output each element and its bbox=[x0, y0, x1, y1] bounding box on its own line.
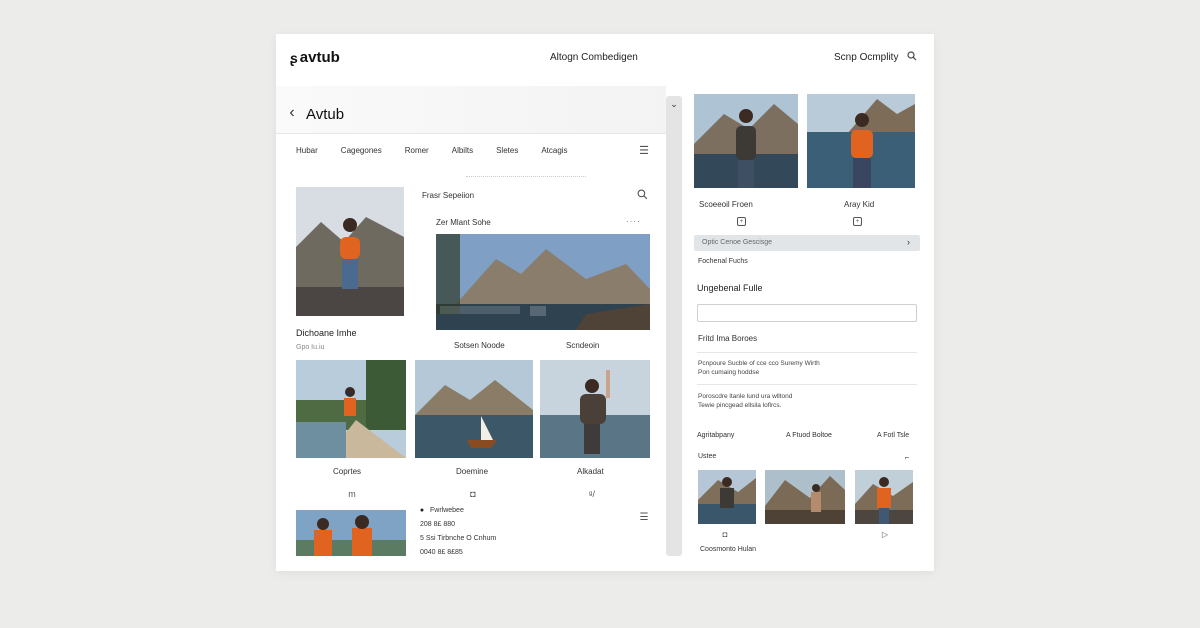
select-note: Fochenal Fuchs bbox=[698, 258, 748, 265]
menu-icon[interactable]: ☰ bbox=[638, 144, 650, 157]
hero-caption-1: Sotsen Noode bbox=[454, 341, 505, 350]
grid-action-icon-3[interactable]: ᵍ/ bbox=[586, 488, 598, 500]
logo-mark-icon: ʂ bbox=[290, 49, 298, 66]
filter-1[interactable]: Agritabpany bbox=[697, 432, 734, 439]
back-icon[interactable]: ‹ bbox=[286, 104, 298, 121]
more-icon[interactable]: ···· bbox=[626, 217, 641, 226]
bullet-icon: ● bbox=[419, 506, 425, 514]
right-photo-2[interactable] bbox=[807, 94, 915, 188]
grid-caption-1: Coprtes bbox=[333, 467, 362, 476]
chevron-down-icon[interactable]: ⌄ bbox=[667, 98, 681, 110]
divider bbox=[276, 133, 666, 134]
header-title: Altogn Combedigen bbox=[550, 52, 638, 63]
add-icon[interactable]: + bbox=[853, 217, 862, 226]
logo-text: avtub bbox=[299, 49, 340, 66]
divider bbox=[697, 384, 917, 385]
text-input[interactable] bbox=[697, 304, 917, 322]
feature-photo[interactable] bbox=[296, 187, 404, 316]
select-value: Optic Cenoe Gescisge bbox=[702, 239, 773, 246]
header-link[interactable]: Scnp Ocmplity bbox=[834, 52, 898, 63]
option-select[interactable]: Optic Cenoe Gescisge › bbox=[694, 235, 920, 251]
tab-albilts[interactable]: Albilts bbox=[452, 146, 473, 155]
grid-action-icon-1[interactable]: m bbox=[346, 488, 358, 500]
feature-title: Dichoane Imhe bbox=[296, 328, 357, 338]
thumb-photo-3[interactable] bbox=[855, 470, 913, 524]
search-icon[interactable] bbox=[636, 188, 648, 200]
grid-action-icon-2[interactable]: ◘ bbox=[467, 488, 479, 500]
filter-3[interactable]: A Fotl Tsle bbox=[877, 432, 909, 439]
tab-bar: Hubar Cagegones Romer Albilts Sletes Atc… bbox=[296, 146, 568, 155]
app-window: ʂ avtub Altogn Combedigen Scnp Ocmplity … bbox=[276, 34, 934, 571]
hero-photo[interactable] bbox=[436, 234, 650, 330]
grid-photo-2[interactable] bbox=[415, 360, 533, 458]
divider bbox=[697, 352, 917, 353]
thumb-photo-1[interactable] bbox=[698, 470, 756, 524]
tab-sletes[interactable]: Sletes bbox=[496, 146, 518, 155]
tab-hubar[interactable]: Hubar bbox=[296, 146, 318, 155]
thumb-action-icon[interactable]: ▷ bbox=[880, 529, 890, 539]
logo[interactable]: ʂ avtub bbox=[290, 49, 340, 66]
dots-divider bbox=[466, 176, 586, 177]
list-item: 0040 8£ 8£85 bbox=[420, 549, 463, 556]
corner-icon[interactable]: ⌐ bbox=[902, 452, 912, 462]
tab-atcagis[interactable]: Atcagis bbox=[541, 146, 567, 155]
bottom-caption: Coosmonto Hulan bbox=[700, 546, 757, 553]
scrollbar-track[interactable] bbox=[666, 96, 682, 556]
right-caption-2: Aray Kid bbox=[844, 200, 875, 209]
filter-2[interactable]: A Ftuod Boltoe bbox=[786, 432, 832, 439]
text-line: Pcnpoure Sucble of cce cco Suremy Wirth bbox=[698, 360, 820, 367]
feature-subtitle: Gpo Iu.iu bbox=[296, 344, 325, 351]
chevron-right-icon: › bbox=[907, 237, 910, 247]
bottom-label: Ustee bbox=[698, 453, 717, 460]
right-photo-1[interactable] bbox=[694, 94, 798, 188]
text-line: Tewie pincgead ellsila loflrcs. bbox=[698, 402, 782, 409]
text-line: Poroscdre ltanle lund ura wlltond bbox=[698, 393, 793, 400]
grid-photo-1[interactable] bbox=[296, 360, 406, 458]
list-item: 5 Ssi Tirbnche O Cnhum bbox=[420, 535, 497, 542]
header-search-icon[interactable] bbox=[906, 50, 918, 62]
list-item: Fwrlwebee bbox=[430, 507, 464, 514]
add-icon[interactable]: + bbox=[737, 217, 746, 226]
tab-cagegones[interactable]: Cagegones bbox=[341, 146, 382, 155]
list-title: Fritd Ima Boroes bbox=[698, 334, 758, 343]
bottom-photo[interactable] bbox=[296, 510, 406, 556]
grid-photo-3[interactable] bbox=[540, 360, 650, 458]
grid-caption-2: Doemine bbox=[456, 467, 489, 476]
text-line: Pon cumaing hoddse bbox=[698, 369, 760, 376]
right-caption-1: Scoeeoil Froen bbox=[699, 200, 753, 209]
thumb-photo-2[interactable] bbox=[765, 470, 845, 524]
thumb-action-icon[interactable]: ◘ bbox=[720, 529, 730, 539]
list-item: 208 8£ 880 bbox=[420, 521, 456, 528]
section-title: Zer Mlant Sohe bbox=[436, 218, 491, 227]
page-title: Avtub bbox=[306, 106, 345, 123]
right-section-title: Ungebenal Fulle bbox=[697, 283, 763, 293]
tab-romer[interactable]: Romer bbox=[405, 146, 429, 155]
search-label: Frasr Sepeiion bbox=[422, 191, 475, 200]
hero-caption-2: Scndeoin bbox=[566, 341, 600, 350]
list-menu-icon[interactable]: ☰ bbox=[638, 511, 650, 523]
grid-caption-3: Alkadat bbox=[577, 467, 604, 476]
